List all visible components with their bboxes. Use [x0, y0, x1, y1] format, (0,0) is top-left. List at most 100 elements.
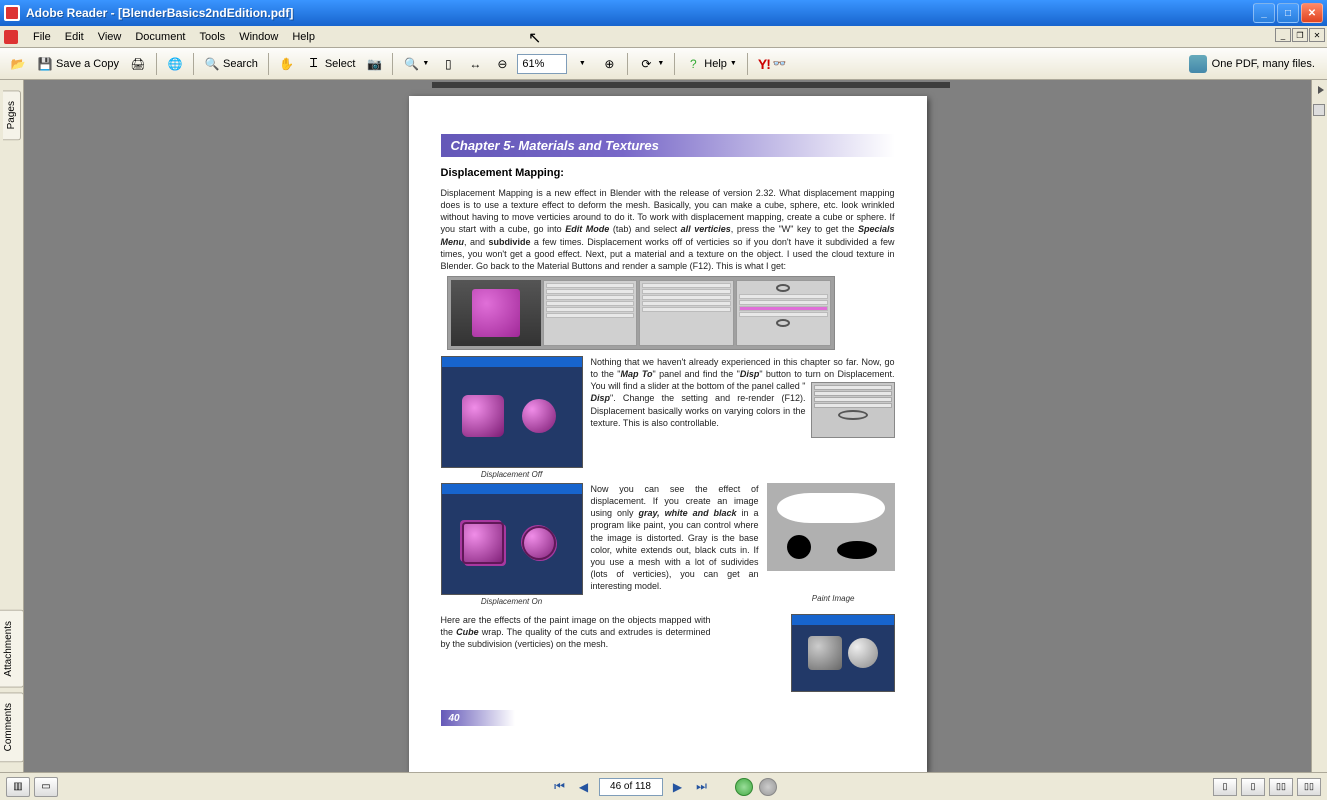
- figure-displacement-on: [441, 483, 583, 595]
- toolbar-separator: [627, 53, 628, 75]
- email-button[interactable]: 🌐: [163, 52, 187, 76]
- menu-tools[interactable]: Tools: [193, 29, 233, 45]
- view-mode-buttons: ▯ ▯ ▯▯ ▯▯: [1213, 778, 1321, 796]
- page-nav: ⏮ ◀ ▶ ⏭: [551, 778, 777, 796]
- prev-view-button[interactable]: [735, 778, 753, 796]
- continuous-button[interactable]: ▯: [1241, 778, 1265, 796]
- save-icon: 💾: [37, 56, 53, 72]
- help-button[interactable]: ?Help▼: [681, 52, 741, 76]
- folder-icon: 📂: [10, 56, 26, 72]
- menu-bar: File Edit View Document Tools Window Hel…: [0, 26, 1327, 48]
- pages-tab[interactable]: Pages: [3, 90, 21, 140]
- fit-width-icon: ↔: [467, 56, 483, 72]
- panel-toggle-button[interactable]: ▥: [6, 777, 30, 797]
- toolbar-separator: [747, 53, 748, 75]
- search-button[interactable]: 🔍Search: [200, 52, 262, 76]
- expand-marker-icon[interactable]: [1318, 86, 1324, 94]
- figure-displacement-off: [441, 356, 583, 468]
- fit-page-button[interactable]: ▯: [436, 52, 460, 76]
- window-titlebar: Adobe Reader - [BlenderBasics2ndEdition.…: [0, 0, 1327, 26]
- dropdown-arrow-icon: ▼: [730, 60, 737, 67]
- close-button[interactable]: ✕: [1301, 3, 1323, 23]
- window-title: Adobe Reader - [BlenderBasics2ndEdition.…: [26, 6, 1253, 20]
- attachments-tab[interactable]: Attachments: [0, 610, 24, 688]
- select-tool-button[interactable]: ᏆSelect: [302, 52, 360, 76]
- right-scroll-margin: [1311, 80, 1327, 772]
- figure-material-panels: [447, 276, 835, 350]
- page-viewport[interactable]: Chapter 5- Materials and Textures Displa…: [24, 80, 1311, 772]
- snapshot-button[interactable]: 📷: [362, 52, 386, 76]
- page-number-field[interactable]: [599, 778, 663, 796]
- zoom-out-icon: ⊖: [494, 56, 510, 72]
- help-label: Help: [704, 58, 727, 70]
- panel-toggle-2-button[interactable]: ▭: [34, 777, 58, 797]
- chapter-banner: Chapter 5- Materials and Textures: [441, 134, 895, 157]
- single-page-button[interactable]: ▯: [1213, 778, 1237, 796]
- minimize-button[interactable]: _: [1253, 3, 1275, 23]
- globe-icon: 🌐: [167, 56, 183, 72]
- section-heading: Displacement Mapping:: [441, 167, 895, 179]
- dropdown-arrow-icon: ▼: [422, 60, 429, 67]
- yahoo-button[interactable]: Y!👓: [754, 52, 791, 76]
- help-icon: ?: [685, 56, 701, 72]
- zoom-out-button[interactable]: ⊖: [490, 52, 514, 76]
- mdi-restore[interactable]: ❐: [1292, 28, 1308, 42]
- print-icon: 🖨: [130, 56, 146, 72]
- paragraph-3: Now you can see the effect of displaceme…: [591, 483, 895, 592]
- promo-text: One PDF, many files.: [1212, 58, 1315, 70]
- fit-width-button[interactable]: ↔: [463, 52, 487, 76]
- document-icon: [4, 30, 18, 44]
- window-controls: _ □ ✕: [1253, 3, 1323, 23]
- save-copy-button[interactable]: 💾Save a Copy: [33, 52, 123, 76]
- dropdown-arrow-icon: ▼: [657, 60, 664, 67]
- menu-help[interactable]: Help: [285, 29, 322, 45]
- app-icon: [4, 5, 20, 21]
- facing-button[interactable]: ▯▯: [1269, 778, 1293, 796]
- figure-paint-image: [767, 483, 895, 571]
- toolbar-separator: [268, 53, 269, 75]
- menu-file[interactable]: File: [26, 29, 58, 45]
- document-area: Pages Chapter 5- Materials and Textures …: [0, 80, 1327, 772]
- paragraph-1: Displacement Mapping is a new effect in …: [441, 187, 895, 272]
- next-page-button[interactable]: ▶: [669, 778, 687, 796]
- zoom-in-plus-button[interactable]: ⊕: [597, 52, 621, 76]
- toolbar: 📂 💾Save a Copy 🖨 🌐 🔍Search ✋ ᏆSelect 📷 🔍…: [0, 48, 1327, 80]
- open-button[interactable]: 📂: [6, 52, 30, 76]
- next-view-button[interactable]: [759, 778, 777, 796]
- figure-mapto-panel: [811, 382, 895, 438]
- first-page-button[interactable]: ⏮: [551, 778, 569, 796]
- promo-area[interactable]: One PDF, many files.: [1183, 55, 1321, 73]
- zoom-in-button[interactable]: 🔍▼: [399, 52, 433, 76]
- zoom-input[interactable]: [517, 54, 567, 74]
- mdi-close[interactable]: ✕: [1309, 28, 1325, 42]
- prev-page-button[interactable]: ◀: [575, 778, 593, 796]
- mdi-controls: _ ❐ ✕: [1275, 28, 1325, 42]
- paragraph-4: Here are the effects of the paint image …: [441, 614, 711, 650]
- last-page-button[interactable]: ⏭: [693, 778, 711, 796]
- dropdown-arrow-icon: ▼: [579, 60, 586, 67]
- menu-view[interactable]: View: [91, 29, 129, 45]
- left-sidebar-tabs-bottom: Attachments Comments: [0, 610, 24, 772]
- yahoo-binoculars-icon: 👓: [773, 57, 787, 70]
- print-button[interactable]: 🖨: [126, 52, 150, 76]
- menu-document[interactable]: Document: [128, 29, 192, 45]
- toolbar-separator: [193, 53, 194, 75]
- toolbar-separator: [392, 53, 393, 75]
- zoom-dropdown-button[interactable]: ▼: [570, 52, 594, 76]
- menu-window[interactable]: Window: [232, 29, 285, 45]
- rotate-icon: ⟳: [638, 56, 654, 72]
- hand-tool-button[interactable]: ✋: [275, 52, 299, 76]
- rotate-button[interactable]: ⟳▼: [634, 52, 668, 76]
- continuous-facing-button[interactable]: ▯▯: [1297, 778, 1321, 796]
- page-number: 40: [449, 713, 460, 724]
- comments-tab[interactable]: Comments: [0, 692, 24, 762]
- maximize-button[interactable]: □: [1277, 3, 1299, 23]
- mdi-minimize[interactable]: _: [1275, 28, 1291, 42]
- scroll-up-button[interactable]: [1313, 104, 1325, 116]
- promo-icon: [1189, 55, 1207, 73]
- page-number-banner: 40: [441, 710, 515, 726]
- caption-on: Displacement On: [441, 597, 583, 606]
- select-label: Select: [325, 58, 356, 70]
- menu-edit[interactable]: Edit: [58, 29, 91, 45]
- ibeam-icon: Ꮖ: [306, 56, 322, 72]
